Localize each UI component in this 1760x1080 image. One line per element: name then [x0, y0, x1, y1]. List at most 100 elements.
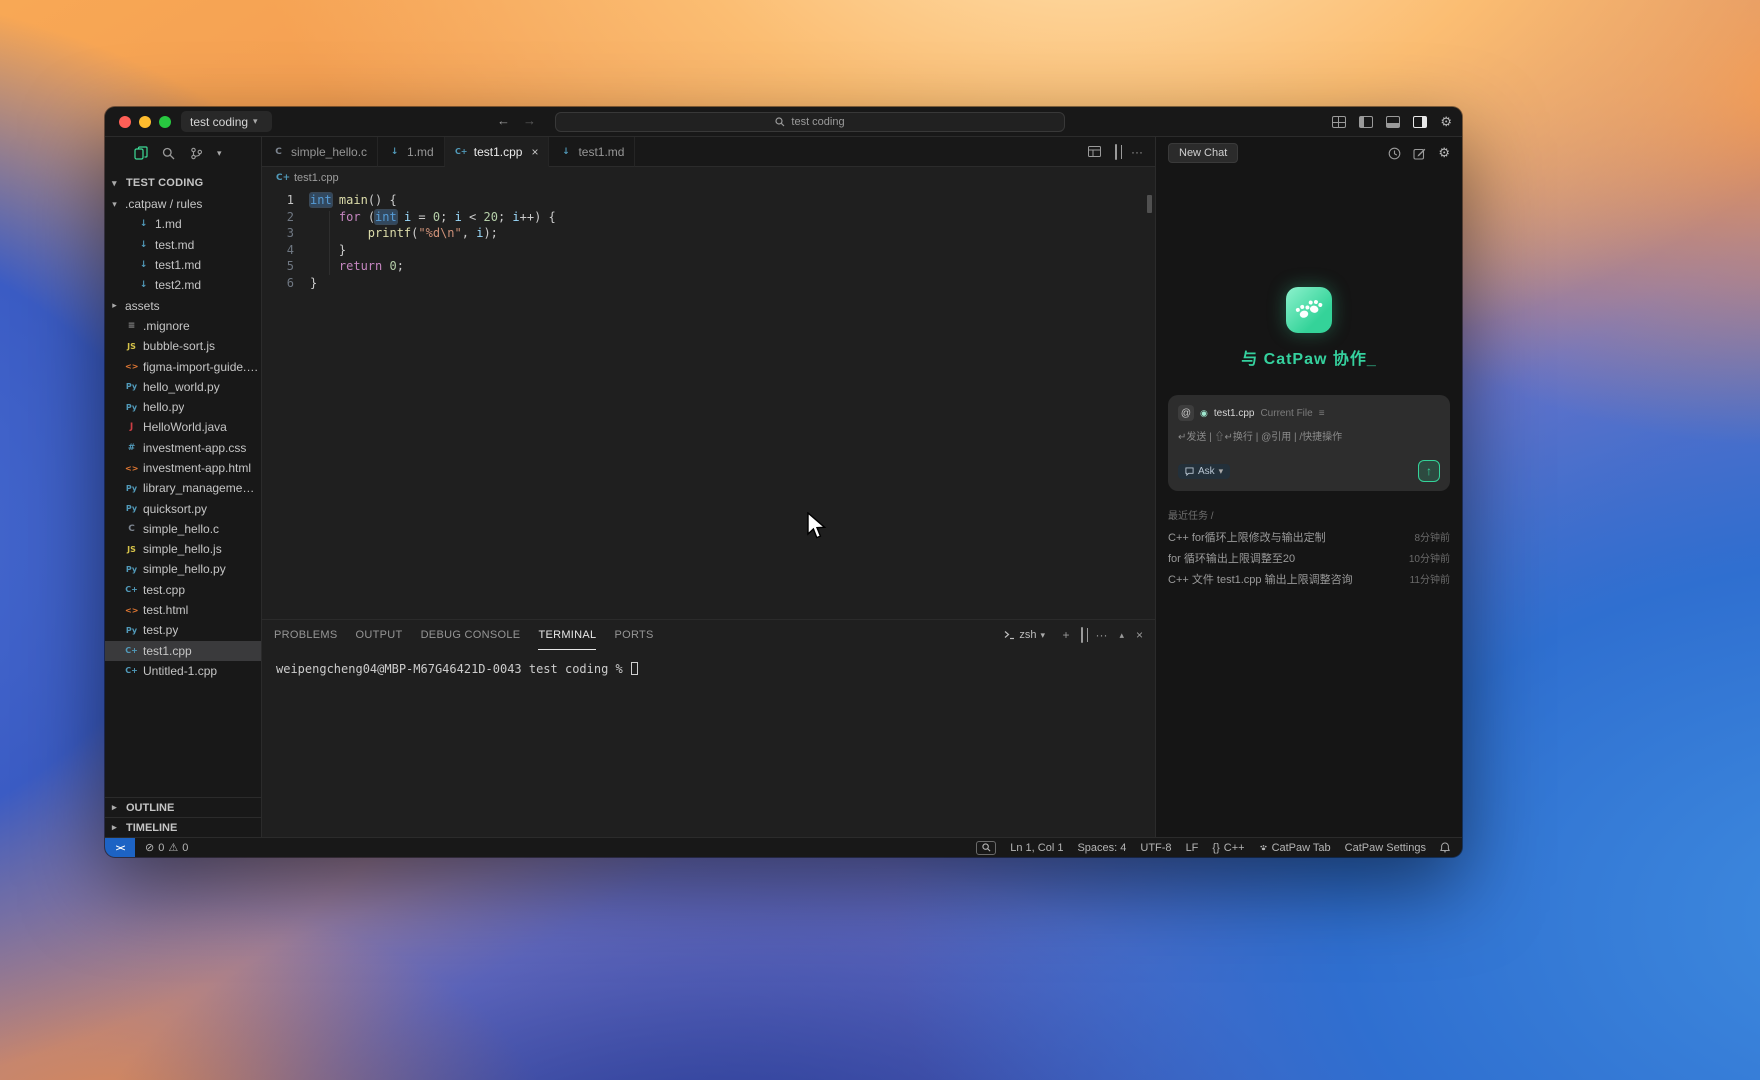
chat-input-card[interactable]: @ ◉ test1.cpp Current File ≡ ↵发送 | ⇧↵换行 … [1168, 395, 1450, 491]
tree-item[interactable]: ↓ test2.md [105, 275, 261, 295]
language-mode[interactable]: {} C++ [1212, 842, 1244, 854]
tree-item[interactable]: ▾ .catpaw / rules [105, 194, 261, 214]
indent-guide [329, 211, 330, 275]
titlebar[interactable]: test coding ▾ ← → test coding ⚙ [105, 107, 1462, 137]
shell-selector[interactable]: zsh ▾ [1004, 629, 1050, 641]
customize-layout-icon[interactable] [1332, 116, 1347, 128]
history-icon[interactable] [1388, 147, 1401, 160]
panel-tab-debug-console[interactable]: DEBUG CONSOLE [421, 620, 521, 650]
tree-item[interactable]: ↓ 1.md [105, 214, 261, 234]
search-icon[interactable] [161, 146, 176, 161]
catpaw-tab-status[interactable]: CatPaw Tab [1259, 842, 1331, 854]
ignore-file-icon: ≡ [127, 320, 136, 331]
editor-scrollbar[interactable] [1147, 195, 1152, 213]
tree-item[interactable]: ↓ test1.md [105, 255, 261, 275]
tree-item[interactable]: JS simple_hello.js [105, 539, 261, 559]
forward-button[interactable]: → [523, 113, 536, 128]
tree-item[interactable]: Csimple_hello.c [105, 519, 261, 539]
close-tab-icon[interactable]: × [531, 145, 538, 159]
encoding[interactable]: UTF-8 [1140, 842, 1171, 854]
tree-item[interactable]: Py test.py [105, 620, 261, 640]
chevron-down-icon: ▾ [253, 116, 258, 126]
close-panel-icon[interactable]: × [1136, 628, 1143, 642]
minimize-window-button[interactable] [139, 116, 151, 128]
editor-tab[interactable]: Csimple_hello.c× [262, 137, 379, 167]
remote-indicator[interactable]: >< [105, 838, 135, 857]
tree-item[interactable]: J HelloWorld.java [105, 417, 261, 437]
editor-tab[interactable]: ↓1.md× [378, 137, 445, 167]
catpaw-settings-status[interactable]: CatPaw Settings [1345, 842, 1426, 854]
mode-selector[interactable]: Ask ▾ [1178, 463, 1231, 479]
tabbar-actions: ··· [635, 137, 1155, 167]
cursor-position[interactable]: Ln 1, Col 1 [1010, 842, 1063, 854]
toggle-panel-icon[interactable] [1386, 116, 1401, 128]
split-editor-icon[interactable] [1115, 143, 1117, 160]
close-window-button[interactable] [119, 116, 131, 128]
task-title: C++ 文件 test1.cpp 输出上限调整咨询 [1168, 573, 1353, 586]
toggle-primary-sidebar-icon[interactable] [1359, 116, 1374, 128]
terminal-cursor [631, 662, 639, 675]
source-control-icon[interactable] [189, 146, 204, 161]
explorer-icon[interactable] [133, 146, 148, 161]
activity-bar: ▾ [105, 137, 261, 169]
send-button[interactable]: ↑ [1418, 460, 1440, 482]
catpaw-settings-icon[interactable]: ⚙ [1438, 145, 1450, 161]
tree-item[interactable]: ↓ test.md [105, 235, 261, 255]
table-view-icon[interactable] [1088, 146, 1101, 157]
tree-item[interactable]: Py library_management... [105, 478, 261, 498]
views-chevron-down-icon[interactable]: ▾ [217, 148, 227, 159]
notifications-bell-icon[interactable] [1440, 842, 1450, 853]
gear-icon[interactable]: ⚙ [1440, 114, 1452, 130]
timeline-label: TIMELINE [126, 821, 178, 834]
tree-item[interactable]: Py quicksort.py [105, 498, 261, 518]
tree-item[interactable]: ≡ .mignore [105, 316, 261, 336]
panel-tab-problems[interactable]: PROBLEMS [274, 620, 338, 650]
terminal[interactable]: weipengcheng04@MBP-M67G46421D-0043 test … [262, 650, 1155, 837]
chevron-right-icon: ▸ [112, 802, 117, 812]
panel-more-icon[interactable]: ··· [1095, 628, 1107, 642]
tree-item[interactable]: <> investment-app.html [105, 458, 261, 478]
problems-status[interactable]: ⊘ 0 ⚠ 0 [145, 841, 188, 855]
panel-tab-ports[interactable]: PORTS [614, 620, 653, 650]
zoom-window-button[interactable] [159, 116, 171, 128]
explorer-section-header[interactable]: ▾ TEST CODING [105, 173, 261, 193]
outline-section[interactable]: ▸ OUTLINE [105, 797, 261, 817]
panel-tab-terminal[interactable]: TERMINAL [538, 620, 597, 650]
tree-item[interactable]: Py hello.py [105, 397, 261, 417]
new-chat-button[interactable]: New Chat [1168, 143, 1239, 163]
context-file-label: Current File [1260, 407, 1313, 419]
file-tree[interactable]: ▾ .catpaw / rules ↓ 1.md ↓ test.md ↓ test1.md ↓ t… [105, 193, 261, 797]
tree-item[interactable]: <> figma-import-guide.h... [105, 356, 261, 376]
timeline-section[interactable]: ▸ TIMELINE [105, 817, 261, 837]
panel-tab-output[interactable]: OUTPUT [356, 620, 403, 650]
editor-tab[interactable]: C+ test1.cpp × [444, 137, 550, 167]
project-menu[interactable]: test coding ▾ [181, 111, 273, 132]
tree-item[interactable]: C+ test.cpp [105, 580, 261, 600]
task-item[interactable]: C++ for循环上限修改与输出定制 8分钟前 [1168, 526, 1450, 547]
command-center-search[interactable]: test coding [555, 112, 1065, 132]
tree-item[interactable]: <> test.html [105, 600, 261, 620]
toggle-secondary-sidebar-icon[interactable] [1413, 116, 1428, 128]
tree-item[interactable]: C+ Untitled-1.cpp [105, 661, 261, 681]
tree-item[interactable]: Py simple_hello.py [105, 559, 261, 579]
maximize-panel-icon[interactable]: ▴ [1119, 630, 1124, 641]
indentation[interactable]: Spaces: 4 [1077, 842, 1126, 854]
more-actions-icon[interactable]: ··· [1131, 145, 1143, 159]
mention-button[interactable]: @ [1178, 405, 1194, 421]
code-editor[interactable]: 1 int main() {2 for (int i = 0; i < 20; i… [262, 189, 1155, 619]
split-terminal-icon[interactable] [1081, 627, 1084, 643]
tree-item[interactable]: JS bubble-sort.js [105, 336, 261, 356]
breadcrumb[interactable]: C+ test1.cpp [262, 167, 1155, 189]
tree-item[interactable]: # investment-app.css [105, 438, 261, 458]
tree-item[interactable]: C+ test1.cpp [105, 640, 261, 661]
zoom-status-button[interactable] [976, 840, 997, 855]
editor-tab[interactable]: ↓test1.md× [549, 137, 636, 167]
compose-icon[interactable] [1413, 147, 1426, 160]
back-button[interactable]: ← [497, 113, 510, 128]
task-item[interactable]: for 循环输出上限调整至20 10分钟前 [1168, 547, 1450, 568]
eol[interactable]: LF [1186, 842, 1199, 854]
task-item[interactable]: C++ 文件 test1.cpp 输出上限调整咨询 11分钟前 [1168, 568, 1450, 589]
tree-item[interactable]: ▸ assets [105, 295, 261, 315]
new-terminal-icon[interactable]: + [1062, 628, 1069, 642]
tree-item[interactable]: Py hello_world.py [105, 377, 261, 397]
